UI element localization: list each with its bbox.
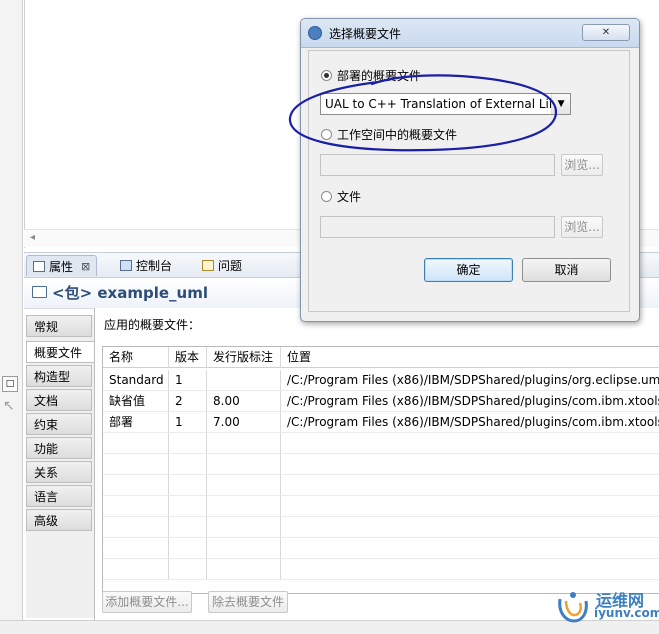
watermark-url: iyunv.com <box>594 606 659 620</box>
cancel-button[interactable]: 取消 <box>522 258 611 282</box>
browse-file-button[interactable]: 浏览... <box>561 216 603 238</box>
tab-label: 控制台 <box>136 258 173 273</box>
table-cell-empty <box>281 538 659 559</box>
table-cell-empty <box>207 538 281 559</box>
watermark: 运维网 iyunv.com <box>554 587 659 625</box>
browse-workspace-button[interactable]: 浏览... <box>561 154 603 176</box>
ok-button[interactable]: 确定 <box>424 258 513 282</box>
column-header-release[interactable]: 发行版标注 <box>207 347 281 368</box>
app-icon <box>308 26 322 40</box>
table-cell-empty <box>169 517 207 538</box>
table-cell[interactable] <box>207 370 281 391</box>
table-cell-empty <box>207 496 281 517</box>
table-cell-empty <box>207 433 281 454</box>
side-tab-profiles[interactable]: 概要文件 <box>26 341 96 363</box>
radio-deployed[interactable] <box>321 70 332 81</box>
table-cell[interactable]: Standard <box>103 370 169 391</box>
table-cell[interactable]: 缺省值 <box>103 391 169 412</box>
column-header-version[interactable]: 版本 <box>169 347 207 368</box>
dialog-title: 选择概要文件 <box>329 27 402 41</box>
file-path-field[interactable] <box>320 216 555 238</box>
table-cell[interactable]: 1 <box>169 370 207 391</box>
column-header-name[interactable]: 名称 <box>103 347 169 368</box>
tab-label: 问题 <box>218 258 243 273</box>
table-cell-empty <box>281 475 659 496</box>
side-tab-advanced[interactable]: 高级 <box>26 509 92 531</box>
table-cell-empty <box>169 454 207 475</box>
remove-profile-button[interactable]: 除去概要文件 <box>208 591 288 613</box>
restore-view-icon[interactable]: □ <box>2 376 18 392</box>
close-tab-icon[interactable]: ⊠ <box>81 260 90 273</box>
table-cell-empty <box>207 517 281 538</box>
table-cell-empty <box>103 433 169 454</box>
problems-icon <box>202 259 214 271</box>
table-cell-empty <box>281 559 659 580</box>
tab-console[interactable]: 控制台 <box>114 255 178 275</box>
radio-file-label[interactable]: 文件 <box>337 188 361 205</box>
side-tab-capabilities[interactable]: 功能 <box>26 437 92 459</box>
properties-side-tabs: 常规 概要文件 构造型 文档 约束 功能 关系 语言 高级 <box>26 315 96 618</box>
radio-workspace-label[interactable]: 工作空间中的概要文件 <box>337 126 457 143</box>
workspace-path-field[interactable] <box>320 154 555 176</box>
table-cell-empty <box>103 475 169 496</box>
deployed-profile-value: UAL to C++ Translation of External Libr <box>325 97 552 111</box>
table-cell[interactable]: /C:/Program Files (x86)/IBM/SDPShared/pl… <box>281 412 659 433</box>
select-profile-dialog: 选择概要文件 ✕ 部署的概要文件 UAL to C++ Translation … <box>300 18 640 322</box>
radio-deployed-label[interactable]: 部署的概要文件 <box>337 67 421 84</box>
table-cell[interactable]: 1 <box>169 412 207 433</box>
side-tab-constraints[interactable]: 约束 <box>26 413 92 435</box>
tab-problems[interactable]: 问题 <box>196 255 248 275</box>
console-icon <box>120 259 132 271</box>
side-tab-documentation[interactable]: 文档 <box>26 389 92 411</box>
table-cell[interactable]: 7.00 <box>207 412 281 433</box>
properties-icon <box>33 260 45 272</box>
table-cell-empty <box>103 559 169 580</box>
table-cell-empty <box>281 496 659 517</box>
watermark-logo-icon <box>558 592 588 623</box>
pointer-icon: ↖ <box>3 398 15 414</box>
table-cell-empty <box>281 454 659 475</box>
tab-properties[interactable]: 属性 ⊠ <box>26 255 98 276</box>
side-tab-relationships[interactable]: 关系 <box>26 461 92 483</box>
table-cell-empty <box>169 559 207 580</box>
radio-file[interactable] <box>321 191 332 202</box>
table-cell-empty <box>169 496 207 517</box>
applied-profiles-label: 应用的概要文件： <box>104 318 201 332</box>
table-cell-empty <box>281 517 659 538</box>
side-tab-languages[interactable]: 语言 <box>26 485 92 507</box>
page-title: <包> example_uml <box>52 284 208 302</box>
dialog-titlebar[interactable]: 选择概要文件 ✕ <box>301 19 639 48</box>
scroll-left-icon[interactable]: ◂ <box>30 232 35 243</box>
table-cell-empty <box>207 559 281 580</box>
column-header-location[interactable]: 位置 <box>281 347 659 368</box>
table-cell-empty <box>169 433 207 454</box>
profiles-panel: 应用的概要文件： 名称 版本 发行版标注 位置 Standard 1 /C:/P… <box>94 308 659 620</box>
table-cell[interactable]: /C:/Program Files (x86)/IBM/SDPShared/pl… <box>281 370 659 391</box>
table-cell-empty <box>103 454 169 475</box>
deployed-profile-select[interactable]: UAL to C++ Translation of External Libr … <box>320 93 571 115</box>
left-gutter: □ ↖ <box>0 0 23 633</box>
table-cell[interactable]: /C:/Program Files (x86)/IBM/SDPShared/pl… <box>281 391 659 412</box>
table-cell-empty <box>169 538 207 559</box>
side-tab-general[interactable]: 常规 <box>26 315 92 337</box>
table-cell-empty <box>103 538 169 559</box>
radio-workspace[interactable] <box>321 129 332 140</box>
add-profile-button[interactable]: 添加概要文件... <box>102 591 192 613</box>
table-cell[interactable]: 2 <box>169 391 207 412</box>
table-cell-empty <box>281 433 659 454</box>
table-cell-empty <box>103 517 169 538</box>
table-cell[interactable]: 8.00 <box>207 391 281 412</box>
tab-label: 属性 <box>49 259 74 274</box>
table-cell-empty <box>207 454 281 475</box>
side-tab-stereotypes[interactable]: 构造型 <box>26 365 92 387</box>
applied-profiles-table[interactable]: 名称 版本 发行版标注 位置 Standard 1 /C:/Program Fi… <box>102 346 659 594</box>
chevron-down-icon[interactable]: ▼ <box>551 94 570 114</box>
package-icon <box>32 286 47 298</box>
table-cell[interactable]: 部署 <box>103 412 169 433</box>
close-button[interactable]: ✕ <box>582 24 630 41</box>
table-cell-empty <box>207 475 281 496</box>
table-cell-empty <box>103 496 169 517</box>
table-cell-empty <box>169 475 207 496</box>
